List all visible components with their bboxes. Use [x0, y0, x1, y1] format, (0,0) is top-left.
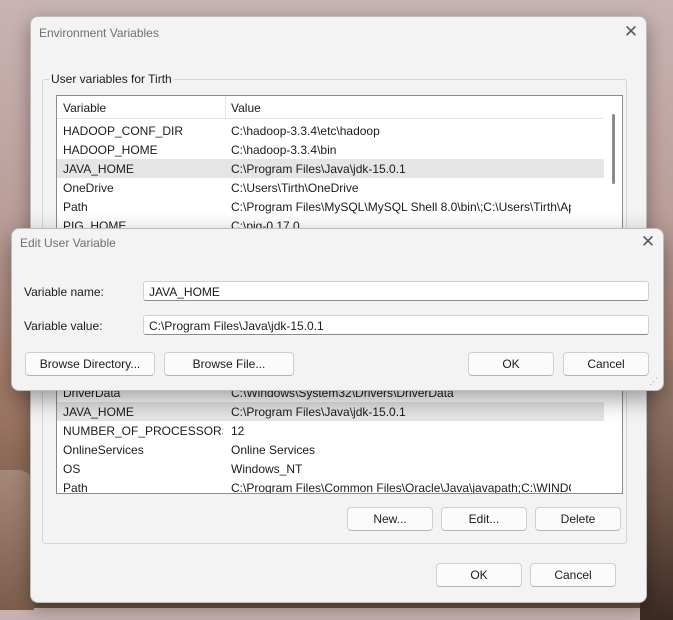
variable-value-field[interactable]: C:\Program Files\Java\jdk-15.0.1 [143, 315, 649, 335]
variable-name-cell: Path [63, 200, 88, 214]
table-row[interactable]: OS Windows_NT [57, 459, 604, 478]
new-button[interactable]: New... [347, 507, 433, 531]
variable-value-cell: C:\Users\Tirth\OneDrive [231, 181, 359, 195]
variable-value-cell: C:\hadoop-3.3.4\etc\hadoop [231, 124, 380, 138]
scrollbar-thumb[interactable] [612, 114, 615, 184]
variable-value-cell: C:\Program Files\Java\jdk-15.0.1 [231, 405, 406, 419]
variable-value-cell: Online Services [231, 443, 316, 457]
browse-file-button[interactable]: Browse File... [164, 352, 294, 376]
resize-grip-icon[interactable]: ⋰ [649, 376, 659, 386]
variable-name-cell: HADOOP_HOME [63, 143, 158, 157]
table-row[interactable]: JAVA_HOME C:\Program Files\Java\jdk-15.0.… [57, 159, 604, 178]
variable-name-label: Variable name: [24, 285, 104, 299]
dialog-title: Edit User Variable [20, 236, 116, 250]
close-icon[interactable]: ✕ [619, 22, 643, 42]
variable-value-cell: C:\Program Files\Java\jdk-15.0.1 [231, 162, 406, 176]
variable-value-cell: 12 [231, 424, 245, 438]
close-icon[interactable]: ✕ [636, 232, 660, 252]
browse-directory-button[interactable]: Browse Directory... [25, 352, 155, 376]
variable-name-cell: HADOOP_CONF_DIR [63, 124, 184, 138]
column-header-value[interactable]: Value [231, 101, 261, 115]
variable-value-cell: C:\Program Files\MySQL\MySQL Shell 8.0\b… [231, 200, 571, 214]
system-variables-list[interactable]: DriverData C:\Windows\System32\Drivers\Dr… [56, 377, 623, 494]
table-row[interactable]: Path C:\Program Files\Common Files\Oracle… [57, 478, 604, 494]
system-vertical-scrollbar[interactable] [604, 378, 622, 493]
wallpaper-rock-left [0, 470, 34, 610]
variable-name-cell: JAVA_HOME [63, 405, 134, 419]
delete-button[interactable]: Delete [535, 507, 621, 531]
user-variables-label: User variables for Tirth [49, 72, 174, 86]
variable-name-cell: OS [63, 462, 81, 476]
variable-name-cell: Path [63, 481, 88, 494]
edit-user-variable-dialog: Edit User Variable ✕ Variable name: JAVA… [11, 228, 664, 391]
variable-value-cell: Windows_NT [231, 462, 303, 476]
table-row[interactable]: HADOOP_CONF_DIR C:\hadoop-3.3.4\etc\hadoo… [57, 121, 604, 140]
table-row[interactable]: HADOOP_HOME C:\hadoop-3.3.4\bin [57, 140, 604, 159]
column-separator[interactable] [225, 96, 226, 118]
dialog-cancel-button[interactable]: Cancel [563, 352, 649, 376]
variable-value-cell: C:\hadoop-3.3.4\bin [231, 143, 337, 157]
variable-name-cell: NUMBER_OF_PROCESSORS [63, 424, 223, 438]
variable-value-label: Variable value: [24, 319, 103, 333]
table-row[interactable]: JAVA_HOME C:\Program Files\Java\jdk-15.0.… [57, 402, 604, 421]
window-title: Environment Variables [39, 26, 159, 40]
ok-button[interactable]: OK [436, 563, 522, 587]
table-row[interactable]: NUMBER_OF_PROCESSORS 12 [57, 421, 604, 440]
variable-name-cell: OneDrive [63, 181, 114, 195]
table-row[interactable]: OneDrive C:\Users\Tirth\OneDrive [57, 178, 604, 197]
variable-name-cell: OnlineServices [63, 443, 144, 457]
edit-button[interactable]: Edit... [441, 507, 527, 531]
variable-value-cell: C:\Program Files\Common Files\Oracle\Jav… [231, 481, 571, 494]
variable-name-field[interactable]: JAVA_HOME [143, 281, 649, 301]
dialog-ok-button[interactable]: OK [468, 352, 554, 376]
list-header: Variable Value [57, 96, 604, 119]
table-row[interactable]: Path C:\Program Files\MySQL\MySQL Shell 8… [57, 197, 604, 216]
table-row[interactable]: OnlineServices Online Services [57, 440, 604, 459]
cancel-button[interactable]: Cancel [530, 563, 616, 587]
variable-name-cell: JAVA_HOME [63, 162, 134, 176]
column-header-variable[interactable]: Variable [63, 101, 106, 115]
